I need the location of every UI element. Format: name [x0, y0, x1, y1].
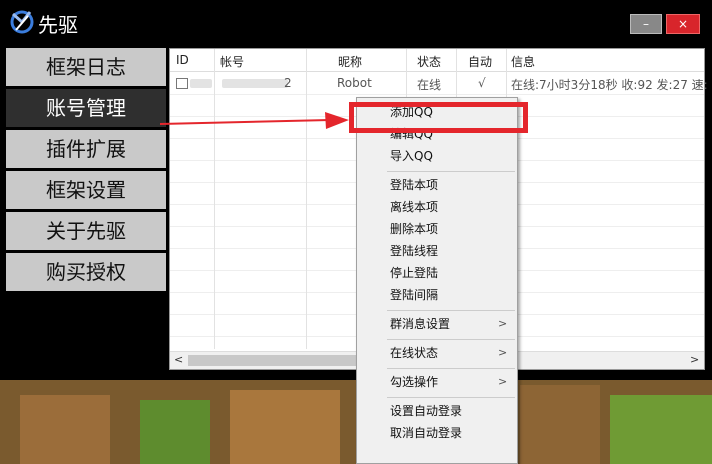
sidebar-item-plugins[interactable]: 插件扩展: [6, 130, 166, 168]
column-header-nickname[interactable]: 昵称: [338, 53, 362, 70]
menu-separator: [387, 310, 515, 311]
scrollbar-thumb[interactable]: [188, 355, 368, 366]
close-button[interactable]: ×: [666, 14, 700, 34]
menu-item-label: 登陆线程: [390, 244, 439, 258]
app-logo-icon: [10, 10, 34, 34]
menu-item-label: 导入QQ: [390, 149, 433, 163]
menu-item[interactable]: 取消自动登录: [357, 423, 517, 443]
menu-separator: [387, 368, 515, 369]
menu-separator: [387, 397, 515, 398]
menu-item-label: 勾选操作: [390, 375, 439, 389]
menu-item-label: 登陆间隔: [390, 288, 439, 302]
submenu-chevron-icon: >: [498, 317, 508, 330]
column-header-info[interactable]: 信息: [511, 53, 535, 70]
menu-item-label: 删除本项: [390, 222, 439, 236]
column-header-id[interactable]: ID: [176, 53, 189, 67]
menu-item[interactable]: 群消息设置 >: [357, 314, 517, 334]
minimize-button[interactable]: –: [630, 14, 662, 34]
nickname-cell: Robot: [337, 76, 372, 90]
menu-item[interactable]: 登陆本项: [357, 175, 517, 195]
context-menu: 添加QQ 编辑QQ 导入QQ 登陆本项 离线本项 删除本项 登陆线程 停止登陆 登陆间隔 群消息设…: [356, 97, 518, 464]
sidebar-item-account-manage[interactable]: 账号管理: [6, 89, 166, 127]
row-checkbox[interactable]: [176, 78, 188, 89]
app-title: 先驱: [38, 13, 78, 37]
sidebar-item-settings[interactable]: 框架设置: [6, 171, 166, 209]
redacted-account: [222, 79, 288, 88]
menu-separator: [387, 339, 515, 340]
table-header: ID 帐号 昵称 状态 自动 信息: [170, 49, 704, 72]
title-bar: 先驱 – ×: [0, 0, 712, 44]
redacted-id: [190, 79, 212, 88]
scroll-right-icon[interactable]: >: [690, 353, 699, 366]
account-suffix: 2: [284, 76, 292, 90]
menu-item[interactable]: 勾选操作 >: [357, 372, 517, 392]
pointer-arrow-icon: [160, 112, 349, 129]
menu-separator: [387, 171, 515, 172]
submenu-chevron-icon: >: [498, 375, 508, 388]
menu-item[interactable]: 设置自动登录: [357, 401, 517, 421]
column-header-status[interactable]: 状态: [417, 53, 441, 70]
menu-item[interactable]: 在线状态 >: [357, 343, 517, 363]
scroll-left-icon[interactable]: <: [174, 353, 183, 366]
menu-item[interactable]: 登陆间隔: [357, 285, 517, 305]
menu-item[interactable]: 删除本项: [357, 219, 517, 239]
sidebar-item-purchase[interactable]: 购买授权: [6, 253, 166, 291]
info-cell: 在线:7小时3分18秒 收:92 发:27 速:: [511, 78, 708, 92]
menu-item[interactable]: 离线本项: [357, 197, 517, 217]
column-header-account[interactable]: 帐号: [220, 53, 244, 70]
menu-item-label: 停止登陆: [390, 266, 439, 280]
menu-item-label: 取消自动登录: [390, 426, 463, 440]
auto-cell: √: [478, 76, 486, 90]
highlight-box: [349, 102, 528, 133]
menu-item-label: 群消息设置: [390, 317, 451, 331]
menu-item-label: 在线状态: [390, 346, 439, 360]
sidebar-item-about[interactable]: 关于先驱: [6, 212, 166, 250]
submenu-chevron-icon: >: [498, 346, 508, 359]
status-cell: 在线: [417, 78, 442, 92]
menu-item-label: 设置自动登录: [390, 404, 463, 418]
sidebar-item-log[interactable]: 框架日志: [6, 48, 166, 86]
menu-item[interactable]: 停止登陆: [357, 263, 517, 283]
column-header-auto[interactable]: 自动: [468, 53, 492, 70]
table-row[interactable]: 2 Robot 在线 √ 在线:7小时3分18秒 收:92 发:27 速:: [170, 72, 708, 94]
menu-item-label: 离线本项: [390, 200, 439, 214]
menu-item[interactable]: 登陆线程: [357, 241, 517, 261]
menu-item[interactable]: 导入QQ: [357, 146, 517, 166]
sidebar-nav: 框架日志 账号管理 插件扩展 框架设置 关于先驱 购买授权: [6, 48, 166, 294]
menu-item-label: 登陆本项: [390, 178, 439, 192]
